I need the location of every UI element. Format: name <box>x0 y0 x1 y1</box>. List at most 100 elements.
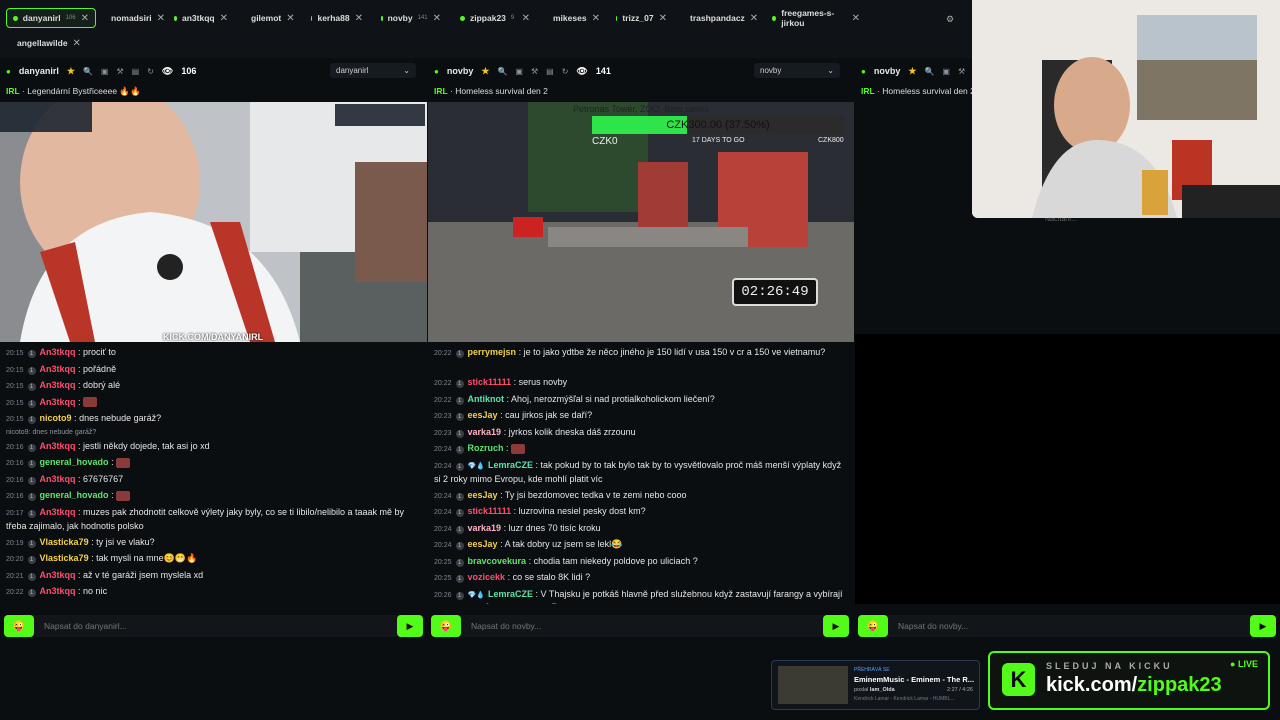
username[interactable]: varka19 <box>468 523 502 533</box>
chat-icon[interactable]: ▤ <box>546 67 554 76</box>
tab-danyanirl[interactable]: danyanirl 106 ✕ <box>6 8 96 28</box>
chat-input[interactable] <box>461 620 823 632</box>
chat-input[interactable] <box>34 620 397 632</box>
chat-input[interactable] <box>888 620 1250 632</box>
channel-select[interactable]: danyanirl ⌄ <box>330 63 416 78</box>
close-icon[interactable]: ✕ <box>852 13 860 24</box>
username[interactable]: An3tkqq <box>40 570 76 580</box>
favorite-star-icon[interactable]: ★ <box>908 66 916 77</box>
tab-freegames-s-jirkou[interactable]: freegames-s-jirkou ✕ <box>766 8 866 28</box>
channel-name[interactable]: novby <box>447 66 474 76</box>
tab-kerha88[interactable]: kerha88 ✕ <box>305 8 369 28</box>
tab-an3tkqq[interactable]: an3tkqq ✕ <box>168 8 234 28</box>
username[interactable]: bravcovekura <box>468 556 527 566</box>
username[interactable]: varka19 <box>468 427 502 437</box>
username[interactable]: Vlasticka79 <box>40 553 89 563</box>
close-icon[interactable]: ✕ <box>286 13 294 24</box>
tab-label: trashpandacz <box>690 13 745 23</box>
close-icon[interactable]: ✕ <box>659 13 667 24</box>
close-icon[interactable]: ✕ <box>73 38 81 49</box>
username[interactable]: Rozruch <box>468 443 504 453</box>
username[interactable]: eesJay <box>468 490 498 500</box>
username[interactable]: An3tkqq <box>40 474 76 484</box>
tab-mikeses[interactable]: mikeses ✕ <box>542 8 604 28</box>
username[interactable]: An3tkqq <box>40 364 76 374</box>
username[interactable]: stick11111 <box>468 506 512 516</box>
close-icon[interactable]: ✕ <box>750 13 758 24</box>
stream-title: IRL · Homeless survival den 2 <box>861 86 975 96</box>
hammer-icon[interactable]: ⚒ <box>531 67 538 76</box>
username[interactable]: An3tkqq <box>40 507 76 517</box>
close-icon[interactable]: ✕ <box>522 13 530 24</box>
send-button[interactable]: ▶ <box>397 615 423 637</box>
username[interactable]: general_hovado <box>40 457 109 467</box>
search-icon[interactable]: 🔍 <box>83 67 93 76</box>
live-badge: ● LIVE <box>1230 659 1258 669</box>
close-icon[interactable]: ✕ <box>592 13 600 24</box>
search-icon[interactable]: 🔍 <box>924 67 934 76</box>
close-icon[interactable]: ✕ <box>81 13 89 24</box>
username[interactable]: general_hovado <box>40 490 109 500</box>
hammer-icon[interactable]: ⚒ <box>958 67 965 76</box>
refresh-icon[interactable]: ↻ <box>562 67 569 76</box>
favorite-star-icon[interactable]: ★ <box>481 66 489 77</box>
close-icon[interactable]: ✕ <box>433 13 441 24</box>
refresh-icon[interactable]: ↻ <box>147 67 154 76</box>
layout-icon[interactable]: ▣ <box>942 67 950 76</box>
username[interactable]: nicoto9 <box>40 413 72 423</box>
close-icon[interactable]: ✕ <box>157 13 165 24</box>
username[interactable]: Antiknot <box>468 394 505 404</box>
message-text: cau jirkos jak se daří? <box>505 410 593 420</box>
hammer-icon[interactable]: ⚒ <box>116 67 123 76</box>
username[interactable]: vozicekk <box>468 572 506 582</box>
username[interactable]: eesJay <box>468 539 498 549</box>
username[interactable]: perrymejsn <box>468 347 517 357</box>
chat-icon[interactable]: ▤ <box>132 67 140 76</box>
username[interactable]: eesJay <box>468 410 498 420</box>
search-icon[interactable]: 🔍 <box>497 67 507 76</box>
username[interactable]: An3tkqq <box>40 441 76 451</box>
username[interactable]: Vlasticka79 <box>40 537 89 547</box>
username[interactable]: LemraCZE <box>488 460 533 470</box>
emoji-icon[interactable]: 😜 <box>431 615 461 637</box>
tab-novby[interactable]: novby 141 ✕ <box>375 8 447 28</box>
emoji-icon[interactable]: 😜 <box>4 615 34 637</box>
tab-nomadsiri[interactable]: nomadsiri ✕ <box>100 8 165 28</box>
tab-zippak23[interactable]: zippak23 9 ✕ <box>454 8 536 28</box>
favorite-star-icon[interactable]: ★ <box>67 66 75 77</box>
separator: : <box>108 457 117 467</box>
emoji-icon[interactable]: 😜 <box>858 615 888 637</box>
channel-name[interactable]: novby <box>874 66 901 76</box>
song-sender: poslal lam_Olda <box>854 687 895 693</box>
username[interactable]: An3tkqq <box>40 380 76 390</box>
close-icon[interactable]: ✕ <box>220 13 228 24</box>
chat-message: 20:16 1 general_hovado : <box>6 489 419 503</box>
now-playing-card: PŘEHRÁVÁ SE EminemMusic - Eminem - The R… <box>771 660 980 710</box>
tab-trizz_07[interactable]: trizz_07 ✕ <box>610 8 673 28</box>
layout-icon[interactable]: ▣ <box>515 67 523 76</box>
url-user: zippak23 <box>1137 674 1222 696</box>
timestamp: 20:15 <box>6 366 24 374</box>
tab-angellawilde[interactable]: angellawilde ✕ <box>6 33 81 53</box>
settings-icon[interactable]: ⚙ <box>946 14 954 25</box>
close-icon[interactable]: ✕ <box>355 13 363 24</box>
message-text: pořádně <box>83 363 117 374</box>
send-button[interactable]: ▶ <box>1250 615 1276 637</box>
username[interactable]: stick11111 <box>468 377 512 387</box>
now-playing-tag: PŘEHRÁVÁ SE <box>854 667 890 673</box>
username[interactable]: LemraCZE <box>488 589 533 599</box>
layout-icon[interactable]: ▣ <box>101 67 109 76</box>
username[interactable]: An3tkqq <box>40 397 76 407</box>
tab-trashpandacz[interactable]: trashpandacz ✕ <box>679 8 760 28</box>
tab-gilemot[interactable]: gilemot ✕ <box>240 8 299 28</box>
username[interactable]: An3tkqq <box>40 586 76 596</box>
channel-select[interactable]: novby ⌄ <box>754 63 840 78</box>
username[interactable]: An3tkqq <box>40 347 76 357</box>
stream-video[interactable]: Petronas Tower, ZOO, Batu caves CZK300.0… <box>428 102 854 342</box>
kick-promo-banner[interactable]: K SLEDUJ NA KICKU ● LIVE kick.com/zippak… <box>988 651 1270 710</box>
send-button[interactable]: ▶ <box>823 615 849 637</box>
stream-video[interactable]: KICK.COM/DANYANIRL <box>0 102 427 342</box>
user-badges: 💎💧 <box>467 591 485 599</box>
channel-select-value: danyanirl <box>336 66 369 75</box>
channel-name[interactable]: danyanirl <box>19 66 59 76</box>
